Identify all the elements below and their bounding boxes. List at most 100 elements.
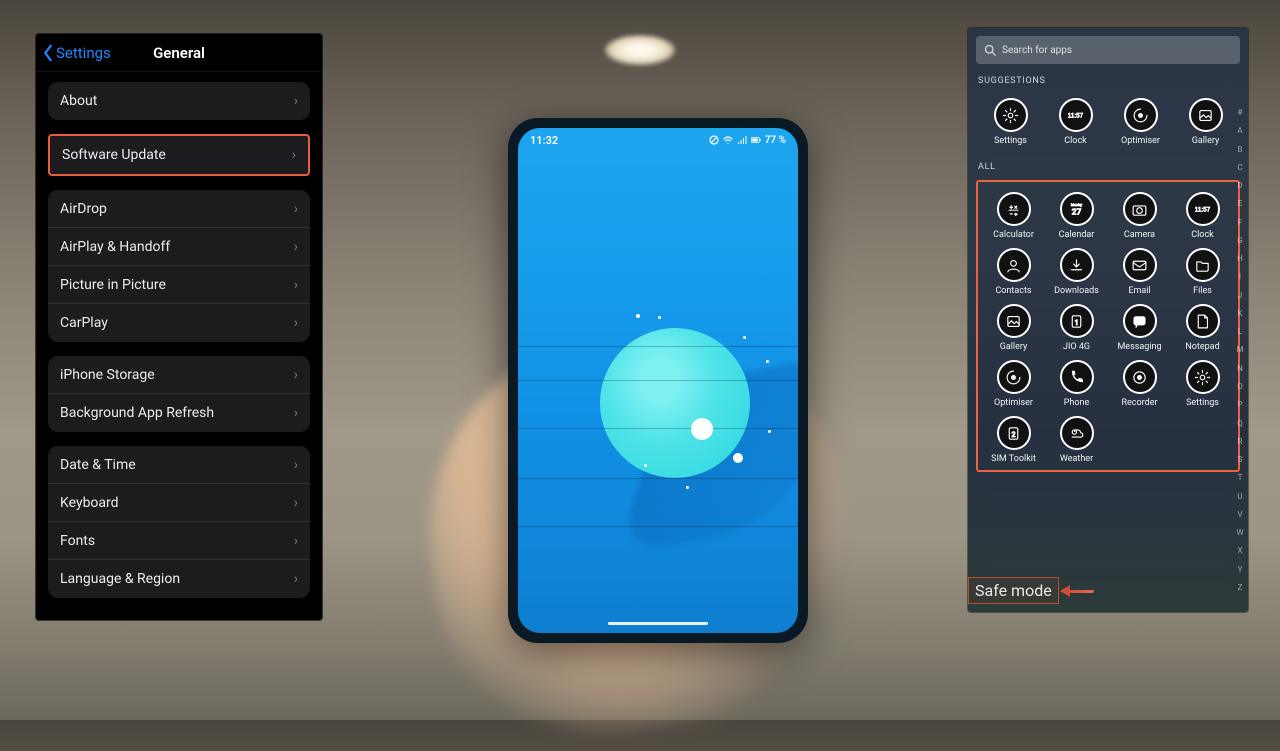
app-recorder[interactable]: Recorder bbox=[1110, 360, 1169, 408]
settings-row-airdrop[interactable]: AirDrop› bbox=[48, 190, 310, 228]
settings-row-airplay-handoff[interactable]: AirPlay & Handoff› bbox=[48, 228, 310, 266]
app-notepad[interactable]: Notepad bbox=[1173, 304, 1232, 352]
index-J[interactable]: J bbox=[1234, 291, 1246, 300]
settings-row-iphone-storage[interactable]: iPhone Storage› bbox=[48, 356, 310, 394]
settings-row-language-region[interactable]: Language & Region› bbox=[48, 560, 310, 598]
index-E[interactable]: E bbox=[1234, 199, 1246, 208]
index-I[interactable]: I bbox=[1234, 272, 1246, 281]
index-O[interactable]: O bbox=[1234, 382, 1246, 391]
index-V[interactable]: V bbox=[1234, 510, 1246, 519]
status-bar: 11:32 77 % bbox=[518, 128, 798, 150]
settings-row-picture-in-picture[interactable]: Picture in Picture› bbox=[48, 266, 310, 304]
ios-general-settings-panel: Settings General About›Software Update›A… bbox=[36, 34, 322, 620]
app-label: Optimiser bbox=[994, 398, 1033, 408]
gallery-icon bbox=[997, 304, 1031, 338]
settings-row-label: Keyboard bbox=[60, 495, 119, 511]
svg-text:27: 27 bbox=[1072, 207, 1082, 217]
weather-icon bbox=[1060, 416, 1094, 450]
app-jio-4g[interactable]: 1JIO 4G bbox=[1047, 304, 1106, 352]
app-label: Messaging bbox=[1117, 342, 1161, 352]
app-camera[interactable]: Camera bbox=[1110, 192, 1169, 240]
settings-row-about[interactable]: About› bbox=[48, 82, 310, 120]
settings-row-keyboard[interactable]: Keyboard › bbox=[48, 484, 310, 522]
app-settings[interactable]: Settings bbox=[980, 98, 1041, 146]
index-U[interactable]: U bbox=[1234, 492, 1246, 501]
suggestion-grid: Settings11:57Clock Optimiser Gallery bbox=[976, 94, 1240, 150]
index-C[interactable]: C bbox=[1234, 163, 1246, 172]
index-S[interactable]: S bbox=[1234, 455, 1246, 464]
index-N[interactable]: N bbox=[1234, 364, 1246, 373]
app-optimiser[interactable]: Optimiser bbox=[984, 360, 1043, 408]
index-F[interactable]: F bbox=[1234, 218, 1246, 227]
app-label: Optimiser bbox=[1121, 136, 1160, 146]
grid-line bbox=[518, 526, 798, 527]
chevron-right-icon: › bbox=[294, 315, 298, 331]
chevron-right-icon: › bbox=[294, 495, 298, 511]
index-K[interactable]: K bbox=[1234, 309, 1246, 318]
app-clock[interactable]: 11:57 Clock bbox=[1173, 192, 1232, 240]
settings-row-fonts[interactable]: Fonts› bbox=[48, 522, 310, 560]
app-gallery[interactable]: Gallery bbox=[984, 304, 1043, 352]
app-settings[interactable]: Settings bbox=[1173, 360, 1232, 408]
app-label: Files bbox=[1193, 286, 1212, 296]
grid-line bbox=[518, 478, 798, 479]
settings-row-label: Date & Time bbox=[60, 457, 136, 473]
app-label: Clock bbox=[1191, 230, 1213, 240]
chevron-right-icon: › bbox=[294, 367, 298, 383]
wallpaper-dot bbox=[733, 453, 743, 463]
app-optimiser[interactable]: Optimiser bbox=[1110, 98, 1171, 146]
index-L[interactable]: L bbox=[1234, 327, 1246, 336]
back-to-settings-button[interactable]: Settings bbox=[42, 44, 111, 62]
phone-device: 11:32 77 % bbox=[508, 118, 808, 643]
app-messaging[interactable]: Messaging bbox=[1110, 304, 1169, 352]
app-gallery[interactable]: Gallery bbox=[1175, 98, 1236, 146]
app-email[interactable]: Email bbox=[1110, 248, 1169, 296]
app-files[interactable]: Files bbox=[1173, 248, 1232, 296]
index-W[interactable]: W bbox=[1234, 528, 1246, 537]
index-R[interactable]: R bbox=[1234, 437, 1246, 446]
app-contacts[interactable]: Contacts bbox=[984, 248, 1043, 296]
index-X[interactable]: X bbox=[1234, 546, 1246, 555]
nav-pill[interactable] bbox=[608, 622, 708, 625]
chevron-right-icon: › bbox=[294, 93, 298, 109]
signal-icon bbox=[737, 135, 747, 145]
index-H[interactable]: H bbox=[1234, 254, 1246, 263]
search-icon bbox=[984, 44, 996, 56]
app-label: Calendar bbox=[1059, 230, 1095, 240]
app-downloads[interactable]: Downloads bbox=[1047, 248, 1106, 296]
app-label: Contacts bbox=[995, 286, 1031, 296]
az-index[interactable]: # A BCDE FGHI JKLM NOP QRST UVWX YZ bbox=[1234, 108, 1246, 592]
all-label: ALL bbox=[978, 162, 1238, 172]
app-clock[interactable]: 11:57Clock bbox=[1045, 98, 1106, 146]
index-Q[interactable]: Q bbox=[1234, 419, 1246, 428]
app-calendar[interactable]: Monday27Calendar bbox=[1047, 192, 1106, 240]
index-T[interactable]: T bbox=[1234, 473, 1246, 482]
chevron-left-icon bbox=[42, 44, 54, 62]
messaging-icon bbox=[1123, 304, 1157, 338]
index-Z[interactable]: Z bbox=[1234, 583, 1246, 592]
status-right: 77 % bbox=[709, 135, 786, 146]
index-G[interactable]: G bbox=[1234, 236, 1246, 245]
svg-text:11:57: 11:57 bbox=[1195, 206, 1211, 213]
index-#[interactable]: # bbox=[1234, 108, 1246, 117]
index-Y[interactable]: Y bbox=[1234, 565, 1246, 574]
settings-row-date-time[interactable]: Date & Time› bbox=[48, 446, 310, 484]
index-A[interactable]: A bbox=[1234, 126, 1246, 135]
app-calculator[interactable]: + ×− ÷Calculator bbox=[984, 192, 1043, 240]
wallpaper-dot bbox=[766, 360, 769, 363]
settings-row-software-update[interactable]: Software Update› bbox=[50, 136, 308, 174]
app-search-input[interactable]: Search for apps bbox=[976, 36, 1240, 64]
index-B[interactable]: B bbox=[1234, 145, 1246, 154]
settings-row-label: Fonts bbox=[60, 533, 95, 549]
notepad-icon bbox=[1186, 304, 1220, 338]
settings-row-background-app-refresh[interactable]: Background App Refresh› bbox=[48, 394, 310, 432]
app-phone[interactable]: Phone bbox=[1047, 360, 1106, 408]
settings-row-label: Background App Refresh bbox=[60, 405, 214, 421]
index-D[interactable]: D bbox=[1234, 181, 1246, 190]
index-P[interactable]: P bbox=[1234, 400, 1246, 409]
app-sim-toolkit[interactable]: 2SIM Toolkit bbox=[984, 416, 1043, 464]
index-M[interactable]: M bbox=[1234, 345, 1246, 354]
app-weather[interactable]: Weather bbox=[1047, 416, 1106, 464]
chevron-right-icon: › bbox=[294, 239, 298, 255]
settings-row-carplay[interactable]: CarPlay› bbox=[48, 304, 310, 342]
